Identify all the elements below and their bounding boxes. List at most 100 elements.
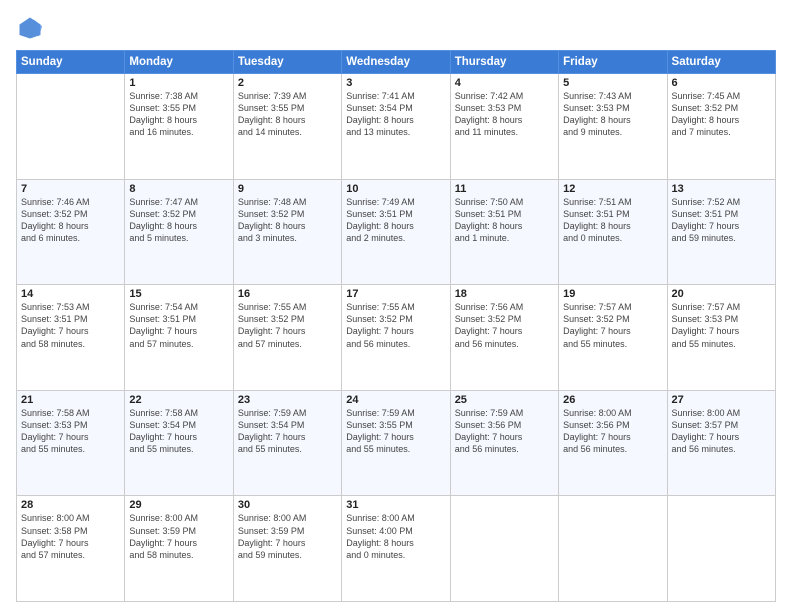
calendar-cell: 23Sunrise: 7:59 AM Sunset: 3:54 PM Dayli… bbox=[233, 390, 341, 496]
calendar-cell: 17Sunrise: 7:55 AM Sunset: 3:52 PM Dayli… bbox=[342, 285, 450, 391]
day-number: 18 bbox=[455, 288, 554, 300]
header bbox=[16, 14, 776, 42]
day-info: Sunrise: 7:49 AM Sunset: 3:51 PM Dayligh… bbox=[346, 196, 445, 245]
day-number: 29 bbox=[129, 499, 228, 511]
day-info: Sunrise: 7:59 AM Sunset: 3:55 PM Dayligh… bbox=[346, 407, 445, 456]
calendar-cell: 30Sunrise: 8:00 AM Sunset: 3:59 PM Dayli… bbox=[233, 496, 341, 602]
day-info: Sunrise: 7:54 AM Sunset: 3:51 PM Dayligh… bbox=[129, 301, 228, 350]
day-info: Sunrise: 7:50 AM Sunset: 3:51 PM Dayligh… bbox=[455, 196, 554, 245]
day-info: Sunrise: 7:57 AM Sunset: 3:53 PM Dayligh… bbox=[672, 301, 771, 350]
day-number: 9 bbox=[238, 183, 337, 195]
calendar-cell bbox=[559, 496, 667, 602]
day-of-week-header: Sunday bbox=[17, 51, 125, 74]
day-number: 22 bbox=[129, 394, 228, 406]
day-number: 16 bbox=[238, 288, 337, 300]
day-info: Sunrise: 7:53 AM Sunset: 3:51 PM Dayligh… bbox=[21, 301, 120, 350]
calendar-week-row: 14Sunrise: 7:53 AM Sunset: 3:51 PM Dayli… bbox=[17, 285, 776, 391]
day-info: Sunrise: 8:00 AM Sunset: 3:58 PM Dayligh… bbox=[21, 512, 120, 561]
day-info: Sunrise: 7:59 AM Sunset: 3:54 PM Dayligh… bbox=[238, 407, 337, 456]
day-number: 1 bbox=[129, 77, 228, 89]
day-number: 7 bbox=[21, 183, 120, 195]
calendar-cell: 21Sunrise: 7:58 AM Sunset: 3:53 PM Dayli… bbox=[17, 390, 125, 496]
calendar-cell: 6Sunrise: 7:45 AM Sunset: 3:52 PM Daylig… bbox=[667, 74, 775, 180]
day-number: 5 bbox=[563, 77, 662, 89]
calendar-cell: 27Sunrise: 8:00 AM Sunset: 3:57 PM Dayli… bbox=[667, 390, 775, 496]
calendar-cell: 12Sunrise: 7:51 AM Sunset: 3:51 PM Dayli… bbox=[559, 179, 667, 285]
day-info: Sunrise: 7:39 AM Sunset: 3:55 PM Dayligh… bbox=[238, 90, 337, 139]
calendar-cell: 9Sunrise: 7:48 AM Sunset: 3:52 PM Daylig… bbox=[233, 179, 341, 285]
day-number: 20 bbox=[672, 288, 771, 300]
day-info: Sunrise: 7:38 AM Sunset: 3:55 PM Dayligh… bbox=[129, 90, 228, 139]
calendar-cell: 18Sunrise: 7:56 AM Sunset: 3:52 PM Dayli… bbox=[450, 285, 558, 391]
day-info: Sunrise: 7:52 AM Sunset: 3:51 PM Dayligh… bbox=[672, 196, 771, 245]
day-info: Sunrise: 7:47 AM Sunset: 3:52 PM Dayligh… bbox=[129, 196, 228, 245]
calendar-cell: 13Sunrise: 7:52 AM Sunset: 3:51 PM Dayli… bbox=[667, 179, 775, 285]
day-number: 27 bbox=[672, 394, 771, 406]
day-number: 24 bbox=[346, 394, 445, 406]
day-of-week-header: Friday bbox=[559, 51, 667, 74]
day-number: 26 bbox=[563, 394, 662, 406]
calendar-cell bbox=[667, 496, 775, 602]
calendar-cell: 20Sunrise: 7:57 AM Sunset: 3:53 PM Dayli… bbox=[667, 285, 775, 391]
day-info: Sunrise: 7:45 AM Sunset: 3:52 PM Dayligh… bbox=[672, 90, 771, 139]
calendar-cell: 22Sunrise: 7:58 AM Sunset: 3:54 PM Dayli… bbox=[125, 390, 233, 496]
calendar-table: SundayMondayTuesdayWednesdayThursdayFrid… bbox=[16, 50, 776, 602]
calendar-week-row: 7Sunrise: 7:46 AM Sunset: 3:52 PM Daylig… bbox=[17, 179, 776, 285]
day-number: 10 bbox=[346, 183, 445, 195]
calendar-cell: 15Sunrise: 7:54 AM Sunset: 3:51 PM Dayli… bbox=[125, 285, 233, 391]
day-number: 19 bbox=[563, 288, 662, 300]
calendar-cell: 5Sunrise: 7:43 AM Sunset: 3:53 PM Daylig… bbox=[559, 74, 667, 180]
day-info: Sunrise: 7:56 AM Sunset: 3:52 PM Dayligh… bbox=[455, 301, 554, 350]
day-of-week-header: Wednesday bbox=[342, 51, 450, 74]
day-number: 23 bbox=[238, 394, 337, 406]
calendar-cell: 7Sunrise: 7:46 AM Sunset: 3:52 PM Daylig… bbox=[17, 179, 125, 285]
day-number: 3 bbox=[346, 77, 445, 89]
day-info: Sunrise: 8:00 AM Sunset: 3:56 PM Dayligh… bbox=[563, 407, 662, 456]
day-info: Sunrise: 7:46 AM Sunset: 3:52 PM Dayligh… bbox=[21, 196, 120, 245]
calendar-cell: 19Sunrise: 7:57 AM Sunset: 3:52 PM Dayli… bbox=[559, 285, 667, 391]
calendar-week-row: 28Sunrise: 8:00 AM Sunset: 3:58 PM Dayli… bbox=[17, 496, 776, 602]
calendar-cell: 2Sunrise: 7:39 AM Sunset: 3:55 PM Daylig… bbox=[233, 74, 341, 180]
day-info: Sunrise: 7:41 AM Sunset: 3:54 PM Dayligh… bbox=[346, 90, 445, 139]
day-info: Sunrise: 7:48 AM Sunset: 3:52 PM Dayligh… bbox=[238, 196, 337, 245]
calendar-week-row: 21Sunrise: 7:58 AM Sunset: 3:53 PM Dayli… bbox=[17, 390, 776, 496]
calendar-cell: 24Sunrise: 7:59 AM Sunset: 3:55 PM Dayli… bbox=[342, 390, 450, 496]
day-info: Sunrise: 8:00 AM Sunset: 3:57 PM Dayligh… bbox=[672, 407, 771, 456]
day-info: Sunrise: 7:42 AM Sunset: 3:53 PM Dayligh… bbox=[455, 90, 554, 139]
day-info: Sunrise: 7:43 AM Sunset: 3:53 PM Dayligh… bbox=[563, 90, 662, 139]
day-number: 17 bbox=[346, 288, 445, 300]
page: SundayMondayTuesdayWednesdayThursdayFrid… bbox=[0, 0, 792, 612]
day-info: Sunrise: 7:51 AM Sunset: 3:51 PM Dayligh… bbox=[563, 196, 662, 245]
calendar-cell: 25Sunrise: 7:59 AM Sunset: 3:56 PM Dayli… bbox=[450, 390, 558, 496]
day-number: 13 bbox=[672, 183, 771, 195]
calendar-week-row: 1Sunrise: 7:38 AM Sunset: 3:55 PM Daylig… bbox=[17, 74, 776, 180]
logo bbox=[16, 14, 48, 42]
day-info: Sunrise: 7:55 AM Sunset: 3:52 PM Dayligh… bbox=[238, 301, 337, 350]
calendar-cell bbox=[17, 74, 125, 180]
calendar-cell: 1Sunrise: 7:38 AM Sunset: 3:55 PM Daylig… bbox=[125, 74, 233, 180]
day-info: Sunrise: 8:00 AM Sunset: 4:00 PM Dayligh… bbox=[346, 512, 445, 561]
calendar-cell: 14Sunrise: 7:53 AM Sunset: 3:51 PM Dayli… bbox=[17, 285, 125, 391]
day-of-week-header: Thursday bbox=[450, 51, 558, 74]
day-number: 31 bbox=[346, 499, 445, 511]
day-number: 12 bbox=[563, 183, 662, 195]
calendar-cell: 11Sunrise: 7:50 AM Sunset: 3:51 PM Dayli… bbox=[450, 179, 558, 285]
calendar-cell: 28Sunrise: 8:00 AM Sunset: 3:58 PM Dayli… bbox=[17, 496, 125, 602]
calendar-cell: 4Sunrise: 7:42 AM Sunset: 3:53 PM Daylig… bbox=[450, 74, 558, 180]
calendar-cell: 16Sunrise: 7:55 AM Sunset: 3:52 PM Dayli… bbox=[233, 285, 341, 391]
calendar-cell: 26Sunrise: 8:00 AM Sunset: 3:56 PM Dayli… bbox=[559, 390, 667, 496]
calendar-cell: 3Sunrise: 7:41 AM Sunset: 3:54 PM Daylig… bbox=[342, 74, 450, 180]
day-number: 11 bbox=[455, 183, 554, 195]
day-number: 14 bbox=[21, 288, 120, 300]
day-of-week-header: Saturday bbox=[667, 51, 775, 74]
calendar-cell: 29Sunrise: 8:00 AM Sunset: 3:59 PM Dayli… bbox=[125, 496, 233, 602]
day-info: Sunrise: 7:55 AM Sunset: 3:52 PM Dayligh… bbox=[346, 301, 445, 350]
day-number: 2 bbox=[238, 77, 337, 89]
header-row: SundayMondayTuesdayWednesdayThursdayFrid… bbox=[17, 51, 776, 74]
day-info: Sunrise: 8:00 AM Sunset: 3:59 PM Dayligh… bbox=[238, 512, 337, 561]
day-number: 8 bbox=[129, 183, 228, 195]
day-number: 21 bbox=[21, 394, 120, 406]
day-info: Sunrise: 7:58 AM Sunset: 3:54 PM Dayligh… bbox=[129, 407, 228, 456]
day-number: 15 bbox=[129, 288, 228, 300]
day-of-week-header: Tuesday bbox=[233, 51, 341, 74]
